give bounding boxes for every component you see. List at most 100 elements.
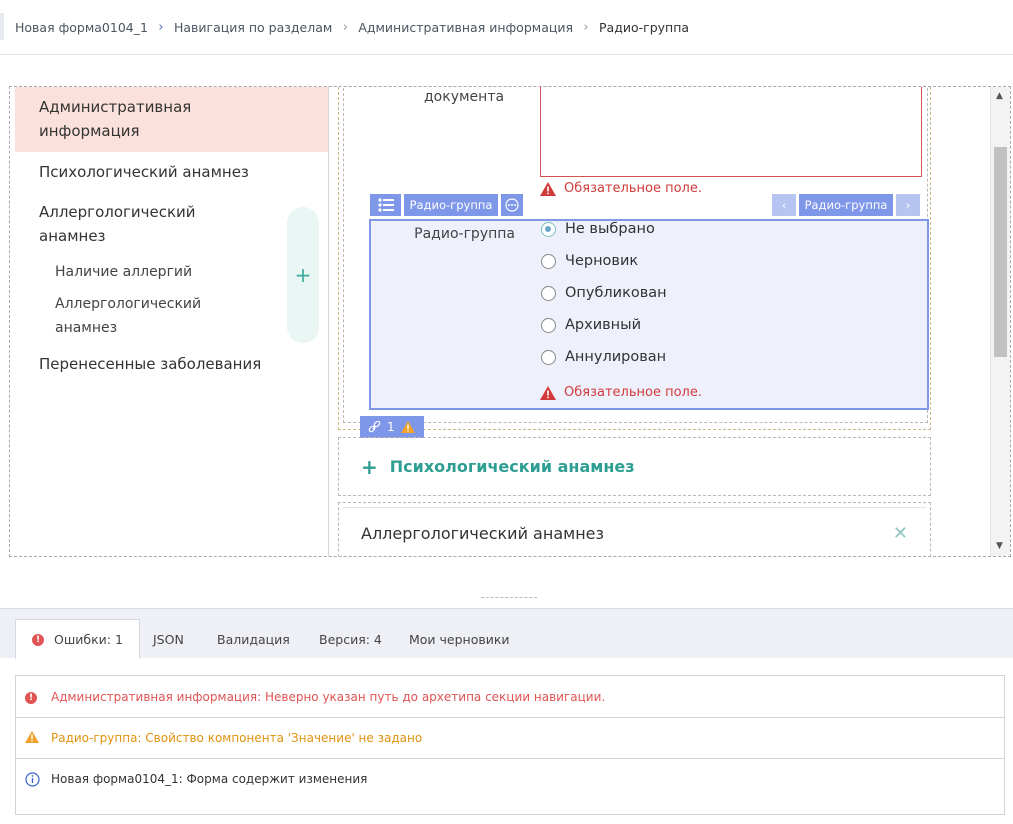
radio-option-archived[interactable]: Архивный — [541, 317, 641, 333]
breadcrumb-lead — [0, 13, 4, 40]
form-canvas: документа Обязательное поле. Радио-групп… — [330, 87, 991, 556]
next-component-button[interactable]: › — [896, 194, 920, 216]
breadcrumb-item-navigation[interactable]: Навигация по разделам — [174, 20, 332, 35]
plus-icon: + — [361, 454, 378, 479]
error-circle-icon: ! — [25, 689, 37, 704]
radio-option-draft[interactable]: Черновик — [541, 253, 638, 269]
scroll-up-icon[interactable]: ▲ — [996, 91, 1003, 101]
message-info[interactable]: Новая форма0104_1: Форма содержит измене… — [16, 758, 1004, 799]
radio-option-label: Аннулирован — [565, 349, 667, 365]
link-icon — [368, 420, 381, 432]
message-text: Административная информация: Неверно ука… — [51, 689, 606, 704]
nav-subitem-allergies[interactable]: Наличие аллергий — [55, 260, 192, 284]
radio-option-not-selected[interactable]: Не выбрано — [541, 221, 655, 237]
error-circle-icon: ! — [32, 633, 44, 646]
radio-option-label: Черновик — [565, 253, 639, 269]
radio-group-label: Радио-группа — [414, 226, 515, 242]
chevron-right-icon: › — [342, 19, 348, 35]
error-text: Обязательное поле. — [564, 385, 702, 400]
document-field-label: документа — [424, 89, 505, 105]
radio-option-label: Опубликован — [565, 285, 667, 301]
radio-option-label: Архивный — [565, 317, 642, 333]
tab-label: Ошибки: 1 — [54, 632, 123, 647]
chevron-left-icon: ‹ — [781, 198, 787, 212]
link-count: 1 — [387, 420, 395, 434]
allergy-section: Аллергологический анамнез ✕ — [338, 502, 931, 556]
nav-item-admin[interactable]: Административная информация — [15, 87, 328, 152]
tab-label: Мои черновики — [409, 631, 510, 647]
radio-option-published[interactable]: Опубликован — [541, 285, 667, 301]
chevron-right-icon: › — [905, 198, 911, 212]
message-text: Новая форма0104_1: Форма содержит измене… — [51, 772, 368, 786]
tab-version[interactable]: Версия: 4 — [319, 619, 382, 659]
vertical-scrollbar[interactable]: ▲ ▼ — [990, 87, 1010, 556]
nav-item-label-line2: информация — [39, 122, 140, 140]
psych-section: + Психологический анамнез — [338, 437, 931, 496]
warning-triangle-icon — [400, 421, 415, 433]
error-text: Обязательное поле. — [564, 181, 702, 196]
more-options-button[interactable] — [501, 194, 523, 216]
radio-unchecked-icon — [541, 253, 556, 269]
chevron-right-icon: › — [583, 19, 589, 35]
scroll-down-icon[interactable]: ▼ — [996, 541, 1003, 551]
nav-subitem-label-line2: анамнез — [55, 320, 118, 336]
more-icon — [505, 198, 519, 212]
nav-subitem-label: Аллергологический — [55, 296, 202, 312]
nav-item-psych[interactable]: Психологический анамнез — [15, 160, 328, 184]
nav-item-label: Психологический анамнез — [39, 163, 249, 181]
plus-icon: + — [294, 263, 312, 287]
radio-checked-icon — [541, 221, 556, 237]
close-icon[interactable]: ✕ — [893, 523, 908, 544]
component-name-tag[interactable]: Радио-группа — [404, 194, 498, 216]
radio-group-component[interactable]: Радио-группа Не выбрано Черновик Опублик… — [369, 219, 929, 410]
warning-triangle-icon — [540, 385, 556, 400]
info-icon — [25, 772, 40, 790]
allergy-section-header: Аллергологический анамнез ✕ — [343, 507, 926, 556]
nav-item-label-line2: анамнез — [39, 227, 106, 245]
message-text: Радио-группа: Свойство компонента 'Значе… — [51, 731, 423, 745]
radio-unchecked-icon — [541, 285, 556, 301]
document-textarea[interactable] — [540, 87, 922, 177]
section-title: Аллергологический анамнез — [361, 524, 605, 543]
previous-component-button[interactable]: ‹ — [772, 194, 796, 216]
tab-label: Версия: 4 — [319, 631, 382, 647]
breadcrumb-item-admin[interactable]: Административная информация — [358, 20, 573, 35]
tab-json[interactable]: JSON — [153, 619, 184, 659]
radio-option-label: Не выбрано — [565, 221, 655, 237]
tab-errors[interactable]: ! Ошибки: 1 — [15, 619, 140, 659]
link-warning-badge[interactable]: 1 — [360, 416, 424, 438]
warning-triangle-icon — [25, 731, 39, 746]
tab-validation[interactable]: Валидация — [217, 619, 290, 659]
document-required-error: Обязательное поле. — [540, 181, 702, 196]
messages-list: ! Административная информация: Неверно у… — [15, 675, 1005, 815]
tab-my-drafts[interactable]: Мои черновики — [409, 619, 510, 659]
editor-frame: Административная информация Психологичес… — [9, 86, 1011, 557]
radio-required-error: Обязательное поле. — [540, 385, 702, 400]
radio-unchecked-icon — [541, 349, 556, 365]
breadcrumb-item-current: Радио-группа — [599, 19, 690, 35]
chevron-right-icon: › — [158, 19, 164, 35]
section-title: Психологический анамнез — [389, 457, 635, 476]
admin-section: документа Обязательное поле. Радио-групп… — [343, 87, 929, 423]
parent-component-tag[interactable]: Радио-группа — [799, 194, 893, 216]
nav-item-label: Перенесенные заболевания — [39, 355, 262, 373]
radio-option-cancelled[interactable]: Аннулирован — [541, 349, 666, 365]
scrollbar-thumb[interactable] — [994, 147, 1007, 357]
panel-splitter[interactable] — [481, 597, 537, 598]
add-subsection-button[interactable]: + — [287, 207, 319, 343]
message-error[interactable]: ! Административная информация: Неверно у… — [16, 676, 1004, 717]
list-icon — [377, 198, 394, 212]
breadcrumb: Новая форма0104_1 › Навигация по раздела… — [0, 0, 1013, 55]
message-warning[interactable]: Радио-группа: Свойство компонента 'Значе… — [16, 717, 1004, 758]
tab-label: Валидация — [217, 631, 290, 647]
list-settings-button[interactable] — [370, 194, 401, 216]
nav-subitem-allergy-anamnesis[interactable]: Аллергологический анамнез — [55, 292, 201, 340]
nav-item-allergy[interactable]: Аллергологический анамнез — [15, 200, 328, 248]
warning-triangle-icon — [540, 181, 556, 196]
bottom-tabs: ! Ошибки: 1 JSON Валидация Версия: 4 Мои… — [0, 608, 1013, 659]
nav-item-label: Административная — [39, 98, 192, 116]
nav-item-diseases[interactable]: Перенесенные заболевания — [15, 352, 328, 376]
add-psych-section-button[interactable]: + Психологический анамнез — [343, 442, 926, 491]
breadcrumb-item-form[interactable]: Новая форма0104_1 — [15, 20, 148, 35]
tab-label: JSON — [153, 631, 184, 647]
